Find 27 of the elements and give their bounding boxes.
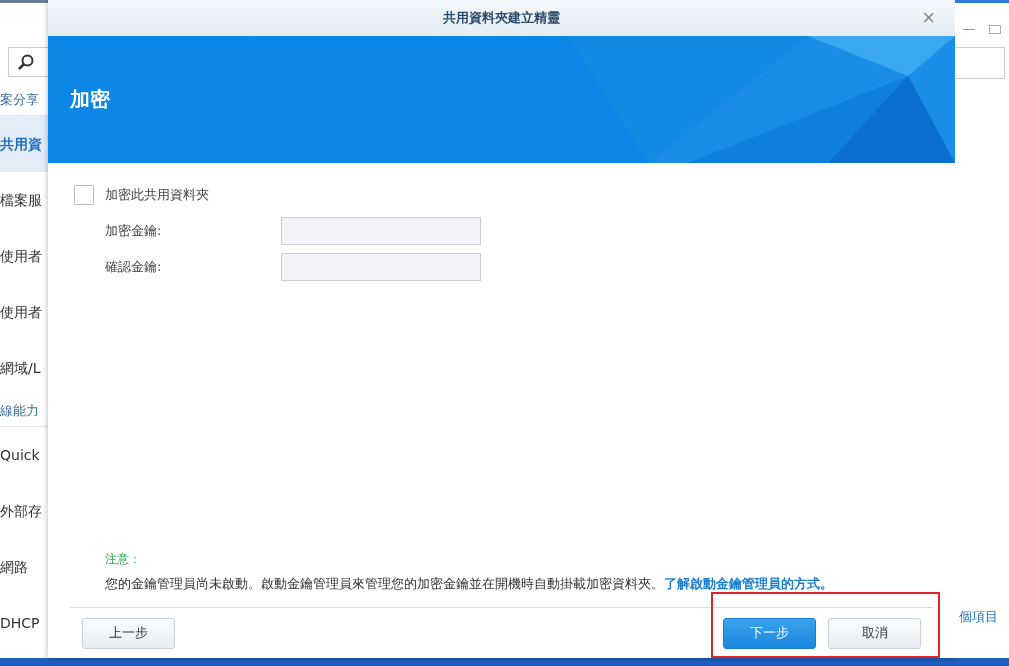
sidebar-item[interactable]: 外部存 [0, 483, 46, 539]
maximize-icon[interactable] [989, 24, 1001, 34]
window-title: 共用資料夾建立精靈 [443, 9, 560, 27]
input-field[interactable] [281, 253, 481, 281]
minimize-icon[interactable] [963, 28, 975, 30]
field-label: 加密金鑰: [104, 222, 163, 240]
input-field[interactable] [281, 217, 481, 245]
sidebar-item[interactable]: 網路 [0, 539, 32, 595]
help-link[interactable]: 了解啟動金鑰管理員的方式。 [664, 576, 833, 591]
field-label: 確認金鑰: [104, 258, 163, 276]
sidebar-item[interactable]: 網域/L [0, 340, 45, 396]
back-button[interactable]: 上一步 [82, 617, 175, 649]
note-text: 您的金鑰管理員尚未啟動。啟動金鑰管理員來管理您的加密金鑰並在開機時自動掛載加密資料夾。 [105, 576, 664, 591]
note-title: 注意： [105, 551, 142, 568]
search-field[interactable] [955, 47, 1005, 79]
sidebar-item[interactable]: 共用資 [0, 116, 48, 172]
sidebar-item[interactable]: 使用者 [0, 228, 46, 284]
sidebar-item[interactable]: Quick [0, 427, 44, 483]
search-icon [17, 53, 35, 71]
page-heading: 加密 [70, 86, 110, 113]
sidebar-item[interactable]: 檔案服 [0, 172, 46, 228]
checkbox-label: 加密此共用資料夾 [105, 186, 209, 204]
checkbox[interactable] [74, 185, 94, 205]
item-count: 個項目 [958, 608, 999, 626]
cancel-button[interactable]: 取消 [828, 617, 921, 649]
sidebar-item[interactable]: 使用者 [0, 284, 46, 340]
sidebar-item[interactable]: DHCP [0, 595, 44, 651]
